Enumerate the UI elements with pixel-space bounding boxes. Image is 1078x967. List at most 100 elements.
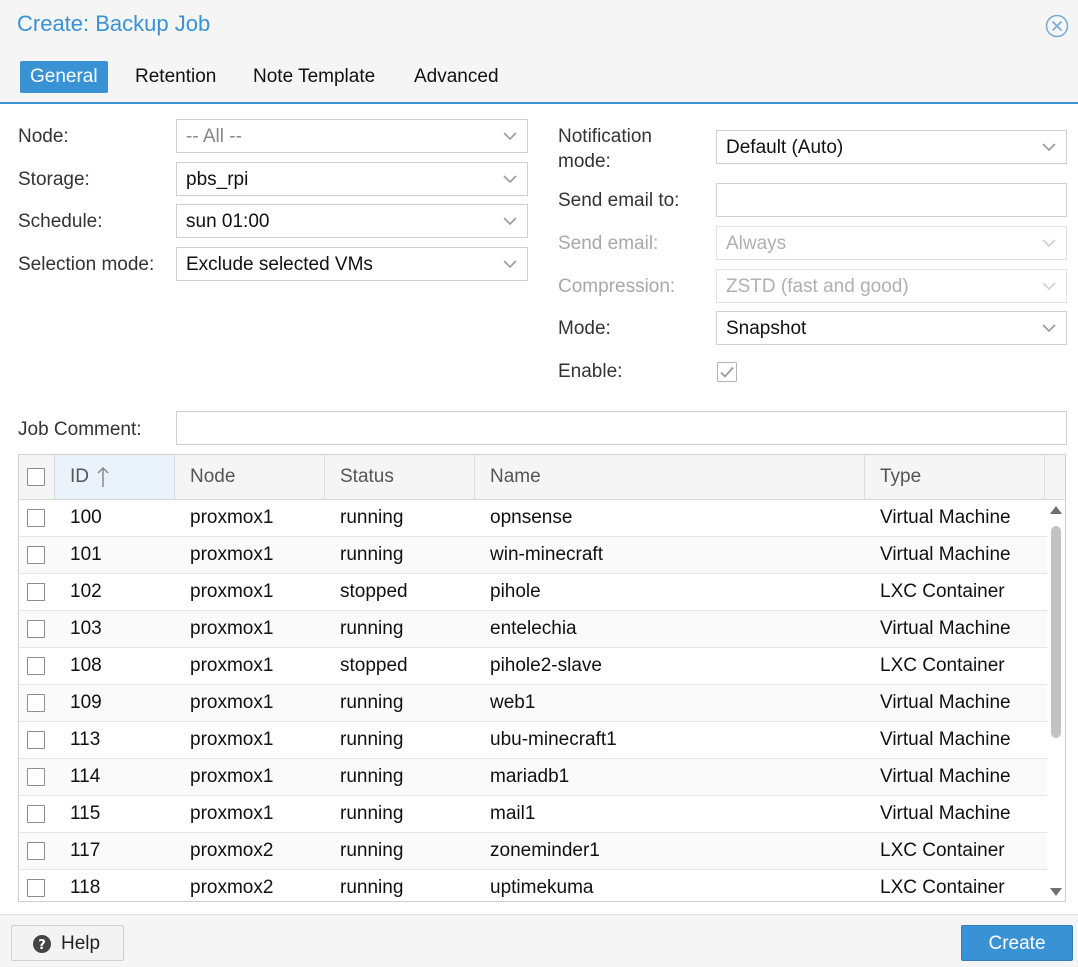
selection-mode-value: Exclude selected VMs [186,254,373,275]
selection-mode-label: Selection mode: [18,254,155,275]
grid-scrollbar[interactable] [1047,500,1065,902]
cell-id: 101 [70,544,102,565]
table-row[interactable]: 113 proxmox1 running ubu-minecraft1 Virtual … [19,722,1047,759]
cell-status: running [340,840,404,861]
select-all-cell [19,455,55,499]
send-email-label: Send email: [558,233,659,254]
tab-bar: General Retention Note Template Advanced [0,52,1078,104]
table-row[interactable]: 114 proxmox1 running mariadb1 Virtual Machin… [19,759,1047,796]
cell-type: LXC Container [880,581,1005,602]
tab-note-template[interactable]: Note Template [243,61,385,93]
row-checkbox[interactable] [27,768,45,786]
table-row[interactable]: 118 proxmox2 running uptimekuma LXC Containe… [19,870,1047,900]
tab-advanced[interactable]: Advanced [404,61,509,93]
table-row[interactable]: 115 proxmox1 running mail1 Virtual Machine [19,796,1047,833]
cell-name: web1 [490,692,536,713]
cell-name: opnsense [490,507,573,528]
dialog-title: Create: Backup Job [17,11,211,36]
cell-id: 115 [70,803,101,824]
schedule-select[interactable]: sun 01:00 [176,204,528,238]
notification-mode-label-line1: Notification [558,126,652,147]
send-email-to-label: Send email to: [558,190,680,211]
grid-header: ID Node Status Name Type [19,455,1065,500]
table-row[interactable]: 117 proxmox2 running zoneminder1 LXC Contain… [19,833,1047,870]
enable-checkbox[interactable] [717,362,737,382]
table-row[interactable]: 109 proxmox1 running web1 Virtual Machine [19,685,1047,722]
cell-name: mail1 [490,803,536,824]
row-checkbox[interactable] [27,546,45,564]
select-all-checkbox[interactable] [27,468,45,486]
tab-general[interactable]: General [20,61,108,93]
dialog-footer: ? Help Create [0,914,1078,967]
node-select[interactable]: -- All -- [176,119,528,153]
cell-node: proxmox1 [190,803,274,824]
chevron-down-icon [503,260,517,269]
table-row[interactable]: 108 proxmox1 stopped pihole2-slave LXC Conta… [19,648,1047,685]
chevron-down-icon [503,132,517,141]
row-checkbox[interactable] [27,731,45,749]
backup-job-dialog: Create: Backup Job General Retention Not… [0,0,1078,967]
cell-type: Virtual Machine [880,803,1011,824]
job-comment-input[interactable] [176,411,1067,445]
help-button[interactable]: ? Help [11,925,124,961]
row-checkbox[interactable] [27,879,45,897]
cell-id: 109 [70,692,102,713]
compression-select: ZSTD (fast and good) [716,269,1067,303]
scroll-thumb[interactable] [1051,526,1061,738]
cell-node: proxmox1 [190,766,274,787]
storage-select[interactable]: pbs_rpi [176,162,528,196]
cell-name: uptimekuma [490,877,594,898]
cell-name: zoneminder1 [490,840,600,861]
column-header-status[interactable]: Status [325,455,475,499]
chevron-down-icon [503,175,517,184]
table-row[interactable]: 102 proxmox1 stopped pihole LXC Container [19,574,1047,611]
cell-node: proxmox2 [190,877,274,898]
svg-text:?: ? [38,938,46,953]
cell-type: Virtual Machine [880,544,1011,565]
column-header-name[interactable]: Name [475,455,865,499]
close-icon[interactable] [1045,14,1069,38]
send-email-to-input[interactable] [716,183,1067,217]
row-checkbox[interactable] [27,583,45,601]
selection-mode-select[interactable]: Exclude selected VMs [176,247,528,281]
question-circle-icon: ? [33,935,51,953]
row-checkbox[interactable] [27,509,45,527]
row-checkbox[interactable] [27,694,45,712]
cell-node: proxmox1 [190,507,274,528]
notification-mode-value: Default (Auto) [726,137,844,158]
row-checkbox[interactable] [27,805,45,823]
row-checkbox[interactable] [27,620,45,638]
cell-name: entelechia [490,618,577,639]
row-checkbox[interactable] [27,657,45,675]
mode-value: Snapshot [726,318,807,339]
tab-retention[interactable]: Retention [125,61,226,93]
chevron-down-icon [1042,143,1056,152]
mode-select[interactable]: Snapshot [716,311,1067,345]
table-row[interactable]: 101 proxmox1 running win-minecraft Virtual M… [19,537,1047,574]
cell-id: 100 [70,507,102,528]
notification-mode-select[interactable]: Default (Auto) [716,130,1067,164]
storage-label: Storage: [18,169,90,190]
column-id-label: ID [70,466,89,487]
table-row[interactable]: 103 proxmox1 running entelechia Virtual Mach… [19,611,1047,648]
cell-name: mariadb1 [490,766,570,787]
grid-body: 100 proxmox1 running opnsense Virtual Machin… [19,500,1047,900]
cell-status: running [340,544,404,565]
node-value: -- All -- [186,126,242,147]
cell-id: 108 [70,655,102,676]
cell-id: 113 [70,729,101,750]
column-header-type[interactable]: Type [865,455,1045,499]
column-header-node[interactable]: Node [175,455,325,499]
cell-id: 117 [70,840,101,861]
create-button[interactable]: Create [961,925,1073,961]
cell-name: ubu-minecraft1 [490,729,617,750]
table-row[interactable]: 100 proxmox1 running opnsense Virtual Machin… [19,500,1047,537]
compression-value: ZSTD (fast and good) [726,276,909,297]
row-checkbox[interactable] [27,842,45,860]
column-header-id[interactable]: ID [55,455,175,499]
scroll-down-icon[interactable] [1049,886,1063,898]
scroll-up-icon[interactable] [1049,504,1063,516]
send-email-select: Always [716,226,1067,260]
cell-status: running [340,803,404,824]
chevron-down-icon [1042,324,1056,333]
